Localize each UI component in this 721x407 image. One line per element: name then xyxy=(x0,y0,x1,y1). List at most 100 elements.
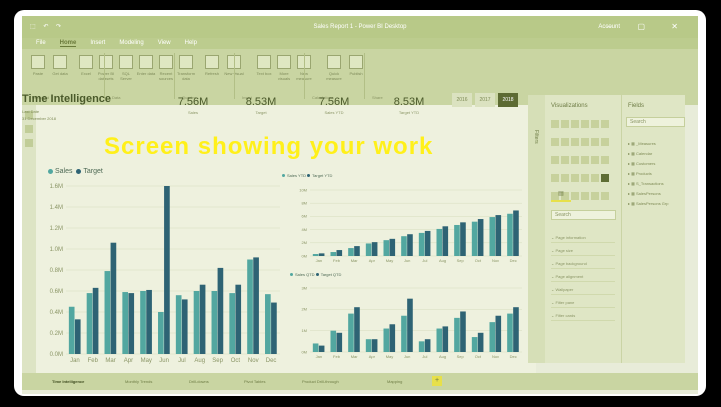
window-controls[interactable]: – ▢ ✕ xyxy=(607,22,690,31)
visual-type-icon[interactable] xyxy=(571,138,579,146)
visual-type-icon[interactable] xyxy=(591,120,599,128)
bar-target-qtd xyxy=(407,298,413,352)
fields-search-input[interactable]: Search xyxy=(626,117,685,127)
visual-type-icon[interactable] xyxy=(601,192,609,200)
menu-insert[interactable]: Insert xyxy=(90,40,105,46)
bar-sales-qtd xyxy=(489,322,496,352)
kpi-card-target-ytd[interactable]: 8.53M Target YTD xyxy=(379,96,439,115)
visual-type-icon[interactable] xyxy=(581,174,589,182)
monthly-sales-chart[interactable]: 0.0M 0.2M 0.4M 0.6M 0.8M 1.0M 1.2M 1.4M 1.6M Jan F… xyxy=(40,180,288,365)
y-tick-label: 2M xyxy=(301,307,307,312)
x-tick-label: Dec xyxy=(266,358,277,364)
visual-type-icon[interactable] xyxy=(591,156,599,164)
format-section-page-background[interactable]: ⌄ Page background xyxy=(551,259,615,269)
ribbon-button-power-bi-datasets[interactable]: Power BI datasets xyxy=(96,55,116,83)
page-tab-mapping[interactable]: Mapping xyxy=(387,379,402,384)
format-section-filter-pane[interactable]: ⌄ Filter pane xyxy=(551,298,615,308)
kpi-card-target[interactable]: 8.53M Target xyxy=(231,96,291,115)
visual-type-icon[interactable] xyxy=(551,120,559,128)
add-page-button[interactable]: + xyxy=(432,376,442,386)
ribbon-button-paste[interactable]: Paste xyxy=(28,55,48,83)
year-slicer-2018[interactable]: 2018 xyxy=(498,93,518,107)
visual-type-icon[interactable] xyxy=(591,174,599,182)
visual-type-icon[interactable] xyxy=(601,138,609,146)
year-slicer-2016[interactable]: 2016 xyxy=(452,93,472,107)
visual-type-icon[interactable] xyxy=(561,120,569,128)
ribbon-button-excel[interactable]: Excel xyxy=(76,55,96,83)
visual-type-icon[interactable] xyxy=(571,192,579,200)
visual-type-icon[interactable] xyxy=(601,120,609,128)
field-table-item[interactable]: ▸ ▦ SalesPersons Grp xyxy=(628,199,684,209)
year-slicer-2017[interactable]: 2017 xyxy=(475,93,495,107)
kpi-card-sales-ytd[interactable]: 7.56M Sales YTD xyxy=(304,96,364,115)
visual-type-icon[interactable] xyxy=(551,156,559,164)
field-table-item[interactable]: ▸ ▦ SalesPersons xyxy=(628,189,684,199)
visual-type-icon[interactable] xyxy=(571,156,579,164)
model-view-icon[interactable] xyxy=(25,139,33,147)
x-tick-label: Mar xyxy=(351,354,359,359)
filters-pane[interactable]: Filters xyxy=(528,95,545,363)
format-tab[interactable]: ▤ xyxy=(551,190,571,202)
menu-bar: File Home Insert Modeling View Help xyxy=(22,38,698,49)
x-tick-label: Nov xyxy=(492,258,499,263)
visual-type-icon[interactable] xyxy=(571,174,579,182)
ribbon-button-quick-measure[interactable]: Quick measure xyxy=(324,55,344,83)
ribbon-button-refresh[interactable]: Refresh xyxy=(202,55,222,83)
visual-type-icon[interactable] xyxy=(561,138,569,146)
kpi-card-sales[interactable]: 7.56M Sales xyxy=(163,96,223,115)
visual-type-icon[interactable] xyxy=(551,138,559,146)
ribbon-button-get-data[interactable]: Get data xyxy=(50,55,70,83)
ytd-sales-chart[interactable]: 0M 2M 4M 6M 8M 10M Jan Feb Mar Apr May Jun Jul Aug Sep… xyxy=(290,180,526,265)
visual-type-icon[interactable] xyxy=(561,174,569,182)
visual-type-icon[interactable] xyxy=(561,156,569,164)
ribbon-button-more-visuals[interactable]: More visuals xyxy=(274,55,294,83)
menu-help[interactable]: Help xyxy=(185,40,197,46)
menu-view[interactable]: View xyxy=(158,40,171,46)
page-tab-time-intelligence[interactable]: Time Intelligence xyxy=(52,379,84,384)
visual-type-icon[interactable] xyxy=(591,138,599,146)
visual-type-icon[interactable] xyxy=(571,120,579,128)
page-tab-pivot-tables[interactable]: Pivot Tables xyxy=(244,379,266,384)
ribbon-button-text-box[interactable]: Text box xyxy=(254,55,274,83)
field-table-item[interactable]: ▸ ▦ Products xyxy=(628,169,684,179)
ribbon-button-enter-data[interactable]: Enter data xyxy=(136,55,156,83)
format-section-page-size[interactable]: ⌄ Page size xyxy=(551,246,615,256)
format-section-page-information[interactable]: ⌄ Page information xyxy=(551,233,615,243)
field-table-item[interactable]: ▸ ▦ S_Transactions xyxy=(628,179,684,189)
format-section-wallpaper[interactable]: ⌄ Wallpaper xyxy=(551,285,615,295)
ribbon-button-recent-sources[interactable]: Recent sources xyxy=(156,55,176,83)
ribbon-icon xyxy=(53,55,67,69)
visual-type-icon[interactable] xyxy=(581,156,589,164)
format-section-page-alignment[interactable]: ⌄ Page alignment xyxy=(551,272,615,282)
menu-modeling[interactable]: Modeling xyxy=(119,40,143,46)
visual-type-icon[interactable] xyxy=(581,138,589,146)
title-bar: ⬚ ↶ ↷ Sales Report 1 - Power BI Desktop … xyxy=(22,16,698,38)
visual-type-icon[interactable] xyxy=(581,192,589,200)
visual-type-icon[interactable] xyxy=(601,156,609,164)
visual-type-icon[interactable] xyxy=(591,192,599,200)
visual-type-icon[interactable] xyxy=(601,174,609,182)
ribbon-button-label: Transform data xyxy=(176,71,196,81)
page-tab-monthly-trends[interactable]: Monthly Trends xyxy=(125,379,152,384)
visual-type-icon[interactable] xyxy=(551,174,559,182)
qtd-sales-chart[interactable]: 0M 1M 2M 3M Jan Feb Mar Apr May Jun Jul Aug Sep Oct No… xyxy=(290,282,526,360)
ribbon-button-sql-server[interactable]: SQL Server xyxy=(116,55,136,83)
kpi-label: Sales xyxy=(187,110,198,115)
bar-target-ytd xyxy=(407,234,413,256)
field-table-item[interactable]: ▸ ▦ Calendar xyxy=(628,149,684,159)
menu-home[interactable]: Home xyxy=(59,40,77,47)
ribbon-button-transform-data[interactable]: Transform data xyxy=(176,55,196,83)
bar-sales-ytd xyxy=(436,228,443,256)
field-table-item[interactable]: ▸ ▦ Customers xyxy=(628,159,684,169)
field-table-item[interactable]: ▸ ▦ _Measures xyxy=(628,139,684,149)
data-view-icon[interactable] xyxy=(25,125,33,133)
menu-file[interactable]: File xyxy=(36,40,46,46)
format-section-filter-cards[interactable]: ⌄ Filter cards xyxy=(551,311,615,321)
visualizations-search-input[interactable]: Search xyxy=(551,210,616,220)
page-tab-drill-downs[interactable]: Drill-downs xyxy=(189,379,209,384)
page-tab-product-drill-through[interactable]: Product Drill-through xyxy=(302,379,339,384)
x-tick-label: Mar xyxy=(351,258,359,263)
visual-type-icon[interactable] xyxy=(581,120,589,128)
bar-target-qtd xyxy=(513,307,519,352)
ribbon-button-publish[interactable]: Publish xyxy=(346,55,366,83)
